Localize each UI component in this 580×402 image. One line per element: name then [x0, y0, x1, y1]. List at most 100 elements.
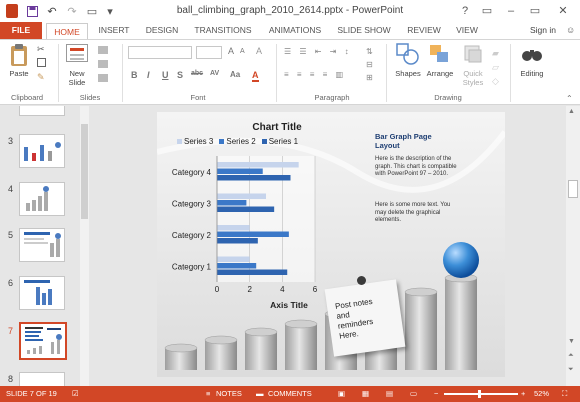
align-text-icon[interactable]: ⊟: [366, 60, 373, 69]
bar-series-1: [217, 175, 291, 181]
current-slide[interactable]: 0 2 4 6 Category 1 Category 2 Category 3 Catego…: [157, 112, 505, 377]
tab-view[interactable]: VIEW: [452, 22, 482, 39]
smartart-icon[interactable]: ⊞: [366, 73, 373, 82]
underline-button[interactable]: U: [162, 70, 169, 80]
editing-label[interactable]: Editing: [512, 69, 552, 78]
zoom-in-icon[interactable]: +: [521, 386, 525, 402]
customize-qat-icon[interactable]: ▾: [104, 4, 116, 18]
slide-thumbnail-8[interactable]: [19, 372, 65, 386]
main-vertical-scrollbar[interactable]: ▲ ▼ ⏶ ⏷: [566, 106, 580, 386]
copy-icon[interactable]: [37, 58, 46, 67]
find-binoculars-icon[interactable]: [521, 44, 543, 64]
ribbon-display-options-icon[interactable]: ▭: [478, 3, 496, 19]
quick-styles-icon[interactable]: [462, 43, 484, 65]
previous-slide-icon[interactable]: ⏶: [568, 352, 574, 360]
zoom-out-icon[interactable]: −: [434, 386, 438, 402]
format-painter-icon[interactable]: ✎: [37, 72, 45, 83]
shape-effects-icon[interactable]: ◇: [492, 76, 499, 87]
zoom-slider[interactable]: [444, 393, 518, 395]
comments-icon[interactable]: ▬: [256, 386, 264, 402]
maximize-button[interactable]: ▭: [526, 3, 544, 19]
redo-icon[interactable]: ↷: [66, 4, 78, 18]
spelling-check-icon[interactable]: ☑: [72, 386, 79, 402]
minimize-button[interactable]: –: [502, 3, 520, 19]
tab-design[interactable]: DESIGN: [142, 22, 182, 39]
font-name-dropdown[interactable]: [128, 46, 192, 59]
thumbnail-scrollbar-thumb[interactable]: [81, 124, 88, 219]
scroll-down-icon[interactable]: ▼: [568, 338, 575, 345]
tab-slide-show[interactable]: SLIDE SHOW: [336, 22, 392, 39]
sticky-note[interactable]: Post notes and reminders Here.: [324, 279, 406, 357]
slide-thumbnail-4[interactable]: [19, 182, 65, 216]
text-body-1[interactable]: Here is the description of the graph. Th…: [375, 156, 459, 179]
section-icon[interactable]: [98, 74, 108, 82]
paste-label[interactable]: Paste: [4, 69, 34, 78]
shape-outline-icon[interactable]: ▱: [492, 62, 499, 73]
font-size-dropdown[interactable]: [196, 46, 222, 59]
next-slide-icon[interactable]: ⏷: [568, 366, 574, 374]
zoom-level[interactable]: 52%: [534, 386, 549, 402]
scrollbar-thumb[interactable]: [568, 180, 578, 198]
text-body-2[interactable]: Here is some more text. You may delete t…: [375, 202, 459, 225]
decrease-font-icon[interactable]: A: [240, 48, 245, 55]
tab-transitions[interactable]: TRANSITIONS: [192, 22, 254, 39]
notes-icon[interactable]: ≡: [206, 386, 210, 402]
tab-file[interactable]: FILE: [0, 22, 42, 39]
italic-button[interactable]: I: [147, 70, 150, 80]
thumbnail-number: 3: [8, 136, 14, 146]
tab-animations[interactable]: ANIMATIONS: [264, 22, 326, 39]
paste-icon[interactable]: [9, 43, 29, 67]
scroll-up-icon[interactable]: ▲: [568, 108, 575, 115]
shapes-icon[interactable]: [396, 43, 420, 65]
notes-button[interactable]: NOTES: [216, 386, 242, 402]
reading-view-icon[interactable]: ▤: [386, 386, 393, 402]
new-slide-icon[interactable]: [66, 44, 88, 62]
text-direction-icon[interactable]: ⇅: [366, 47, 373, 56]
slide-sorter-icon[interactable]: ▦: [362, 386, 369, 402]
user-icon[interactable]: ☺: [566, 25, 575, 35]
collapse-ribbon-icon[interactable]: ⌃: [566, 94, 573, 103]
fit-slide-icon[interactable]: ⛶: [562, 386, 567, 402]
save-icon[interactable]: [26, 4, 38, 18]
new-slide-label[interactable]: New Slide: [62, 69, 92, 87]
change-case-button[interactable]: Aa: [230, 70, 240, 79]
sign-in-link[interactable]: Sign in: [530, 22, 556, 39]
bold-button[interactable]: B: [131, 70, 138, 80]
start-slideshow-icon[interactable]: ▭: [86, 4, 98, 18]
increase-font-icon[interactable]: A: [228, 46, 234, 56]
shapes-label[interactable]: Shapes: [391, 69, 425, 78]
reset-icon[interactable]: [98, 60, 108, 68]
comments-button[interactable]: COMMENTS: [268, 386, 312, 402]
arrange-label[interactable]: Arrange: [423, 69, 457, 78]
shape-fill-icon[interactable]: ▰: [492, 48, 499, 59]
font-color-button[interactable]: A: [252, 70, 259, 82]
zoom-slider-handle[interactable]: [478, 390, 481, 398]
help-button[interactable]: ?: [456, 3, 474, 19]
undo-icon[interactable]: ↶: [46, 4, 58, 18]
character-spacing-button[interactable]: AV: [210, 70, 219, 77]
text-shadow-button[interactable]: S: [177, 70, 183, 80]
close-button[interactable]: ✕: [554, 3, 572, 19]
status-bar: SLIDE 7 OF 19 ☑ ≡ NOTES ▬ COMMENTS ▣ ▦ ▤…: [0, 386, 580, 402]
alignment-icons[interactable]: ≡ ≡ ≡ ≡ ▥: [284, 70, 346, 79]
tab-home[interactable]: HOME: [46, 23, 88, 40]
slide-thumbnail-3[interactable]: [19, 134, 65, 168]
arrange-icon[interactable]: [428, 43, 452, 65]
slide-show-icon[interactable]: ▭: [410, 386, 417, 402]
ribbon: Paste ✂ ✎ Clipboard New Slide Slides A A…: [0, 39, 580, 105]
slide-thumbnail-5[interactable]: [19, 228, 65, 262]
quick-styles-label[interactable]: Quick Styles: [456, 69, 490, 87]
layout-icon[interactable]: [98, 46, 108, 54]
thumbnail-number: 7: [8, 326, 14, 336]
text-heading[interactable]: Bar Graph Page Layout: [375, 132, 457, 150]
slide-thumbnail-6[interactable]: [19, 276, 65, 310]
clear-formatting-icon[interactable]: A: [256, 46, 262, 56]
strikethrough-button[interactable]: abc: [191, 70, 203, 77]
tab-review[interactable]: REVIEW: [404, 22, 444, 39]
tab-insert[interactable]: INSERT: [94, 22, 134, 39]
normal-view-icon[interactable]: ▣: [338, 386, 345, 402]
slide-thumbnail[interactable]: [19, 106, 65, 116]
cut-icon[interactable]: ✂: [37, 44, 45, 55]
bullets-numbering-icons[interactable]: ☰ ☰ ⇤ ⇥ ↕: [284, 47, 352, 56]
slide-thumbnail-7-selected[interactable]: [19, 322, 67, 360]
